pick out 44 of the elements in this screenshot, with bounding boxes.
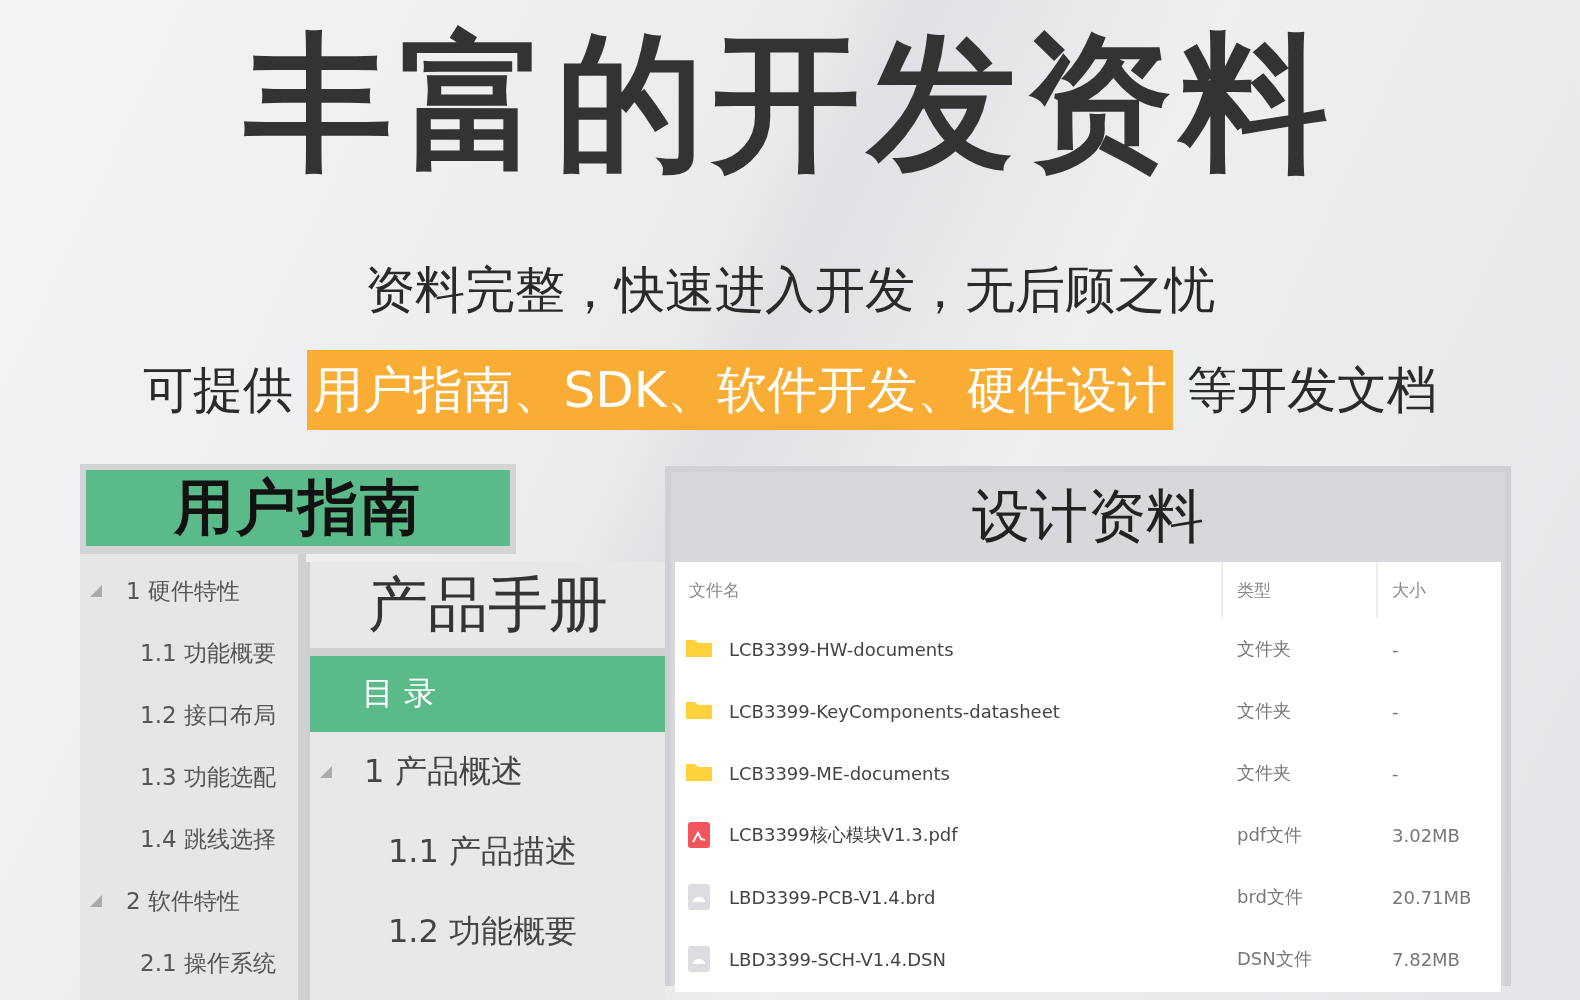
file-name[interactable]: LCB3399核心模块V1.3.pdf xyxy=(729,823,958,847)
file-icon xyxy=(685,883,713,911)
tree-item[interactable]: 1.4 跳线选择 xyxy=(140,823,276,855)
file-name[interactable]: LBD3399-PCB-V1.4.brd xyxy=(729,886,936,908)
file-type: brd文件 xyxy=(1236,885,1304,909)
headline: 丰富的开发资料 xyxy=(244,18,1336,188)
file-type: 文件夹 xyxy=(1236,699,1292,723)
offer-lead: 可提供 xyxy=(143,359,294,421)
tree-item[interactable]: 1 产品概述 xyxy=(364,750,523,794)
design-title: 设计资料 xyxy=(971,481,1205,552)
tree-item[interactable]: 2.1 操作系统 xyxy=(140,947,276,979)
column-header[interactable]: 文件名 xyxy=(675,562,1223,618)
file-size: 3.02MB xyxy=(1391,824,1461,846)
file-name[interactable]: LBD3399-SCH-V1.4.DSN xyxy=(729,948,946,970)
file-size: - xyxy=(1391,638,1400,660)
expanded-triangle-icon[interactable] xyxy=(88,893,104,909)
expanded-triangle-icon[interactable] xyxy=(88,583,104,599)
file-type: pdf文件 xyxy=(1236,823,1304,847)
tree-item[interactable]: 1.2 接口布局 xyxy=(140,699,276,731)
file-name[interactable]: LCB3399-KeyComponents-datasheet xyxy=(729,700,1060,722)
file-type: 文件夹 xyxy=(1236,637,1292,661)
offer-tail: 等开发文档 xyxy=(1186,359,1437,421)
column-header[interactable]: 大小 xyxy=(1378,562,1501,618)
pdf-icon xyxy=(685,821,713,849)
tree-item[interactable]: 1 硬件特性 xyxy=(126,575,240,607)
file-name[interactable]: LCB3399-HW-documents xyxy=(729,638,954,660)
file-name[interactable]: LCB3399-ME-documents xyxy=(729,762,950,784)
tree-item[interactable]: 1.2 功能概要 xyxy=(388,910,578,954)
file-size: 20.71MB xyxy=(1391,886,1473,908)
offer-highlight: 用户指南、SDK、软件开发、硬件设计 xyxy=(307,350,1173,430)
file-icon xyxy=(685,945,713,973)
tree-item[interactable]: 2 软件特性 xyxy=(126,885,240,917)
tree-item[interactable]: 1.1 功能概要 xyxy=(140,637,276,669)
file-size: 7.82MB xyxy=(1391,948,1461,970)
tree-item[interactable]: 1.1 产品描述 xyxy=(388,830,578,874)
tree-item[interactable]: 1.3 功能选配 xyxy=(140,761,276,793)
file-size: - xyxy=(1391,700,1400,722)
guide-title-bar: 用户指南 xyxy=(80,464,516,554)
expanded-triangle-icon[interactable] xyxy=(318,764,334,780)
file-type: 文件夹 xyxy=(1236,761,1292,785)
tagline: 资料完整，快速进入开发，无后顾之忧 xyxy=(365,260,1215,320)
file-size: - xyxy=(1391,762,1400,784)
column-header[interactable]: 类型 xyxy=(1223,562,1378,618)
file-type: DSN文件 xyxy=(1236,947,1313,971)
